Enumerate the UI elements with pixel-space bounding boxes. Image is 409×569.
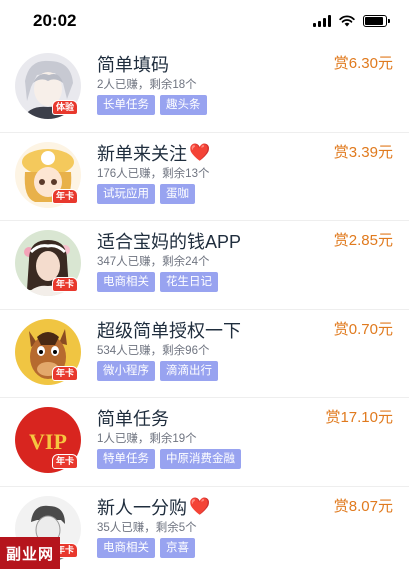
- task-reward: 赏3.39元: [333, 143, 393, 161]
- battery-icon: [363, 15, 390, 27]
- wifi-icon: [339, 15, 355, 27]
- task-item[interactable]: 体验 简单填码 2人已赚，剩余18个 长单任务 趣头条 赏6.30元: [0, 44, 409, 133]
- avatar-badge: 年卡: [52, 454, 79, 469]
- task-title: 简单填码: [97, 55, 169, 75]
- task-item[interactable]: 年卡 新单来关注 ❤️ 176人已赚，剩余13个 试玩应用 蛋咖 赏3.39元: [0, 132, 409, 221]
- task-tag[interactable]: 试玩应用: [97, 183, 155, 204]
- status-time: 20:02: [33, 11, 77, 30]
- task-tags: 微小程序 滴滴出行: [97, 360, 218, 381]
- task-title: 新单来关注 ❤️: [97, 142, 211, 164]
- battery-fill: [365, 17, 383, 25]
- task-stats: 176人已赚，剩余13个: [97, 167, 210, 180]
- task-tag[interactable]: 京喜: [160, 537, 195, 558]
- task-tags: 电商相关 京喜: [97, 537, 195, 558]
- task-stats: 534人已赚，剩余96个: [97, 344, 210, 357]
- task-stats: 35人已赚，剩余5个: [97, 521, 197, 534]
- avatar-badge: 年卡: [52, 365, 79, 381]
- heart-icon: ❤️: [189, 142, 211, 162]
- task-item[interactable]: VIP 年卡 简单任务 1人已赚，剩余19个 特单任务 中原消费金融 赏17.1…: [0, 398, 409, 487]
- status-bar: 20:02: [0, 0, 409, 44]
- task-item[interactable]: 年卡 超级简单授权一下 534人已赚，剩余96个 微小程序 滴滴出行 赏0.70…: [0, 309, 409, 398]
- task-reward: 赏8.07元: [333, 497, 393, 515]
- avatar-badge: 年卡: [52, 188, 79, 204]
- task-tags: 电商相关 花生日记: [97, 272, 218, 292]
- task-tags: 特单任务 中原消费金融: [97, 449, 241, 469]
- task-tag[interactable]: 电商相关: [97, 537, 155, 558]
- task-stats: 1人已赚，剩余19个: [97, 433, 197, 445]
- vip-logo-text: VIP: [29, 429, 67, 454]
- task-tag[interactable]: 微小程序: [97, 360, 155, 381]
- heart-icon: ❤️: [189, 496, 211, 516]
- task-title: 超级简单授权一下: [97, 320, 241, 341]
- task-tag[interactable]: 电商相关: [97, 272, 155, 292]
- task-tags: 长单任务 趣头条: [97, 95, 207, 115]
- signal-icon: [313, 15, 331, 27]
- task-tag[interactable]: 长单任务: [97, 95, 155, 115]
- task-stats: 2人已赚，剩余18个: [97, 79, 197, 91]
- task-title: 适合宝妈的钱APP: [97, 232, 242, 252]
- task-tag[interactable]: 滴滴出行: [160, 360, 218, 381]
- task-reward: 赏6.30元: [333, 55, 393, 72]
- task-tag[interactable]: 中原消费金融: [160, 449, 241, 469]
- task-tag[interactable]: 特单任务: [97, 449, 155, 469]
- task-item[interactable]: 年卡 适合宝妈的钱APP 347人已赚，剩余24个 电商相关 花生日记 赏2.8…: [0, 221, 409, 310]
- site-watermark: 副业网: [0, 537, 60, 569]
- avatar-badge: 年卡: [52, 277, 79, 292]
- status-icons: [313, 15, 390, 27]
- task-stats: 347人已赚，剩余24个: [97, 256, 210, 268]
- task-item[interactable]: 年卡 新人一分购 ❤️ 35人已赚，剩余5个 电商相关 京喜 赏8.07元: [0, 486, 409, 569]
- task-reward: 赏0.70元: [333, 320, 393, 338]
- task-title: 简单任务: [97, 409, 169, 429]
- task-reward: 赏2.85元: [333, 232, 393, 249]
- task-tag[interactable]: 花生日记: [160, 272, 218, 292]
- task-reward: 赏17.10元: [325, 409, 393, 426]
- avatar-badge: 体验: [52, 100, 79, 115]
- task-tag[interactable]: 趣头条: [160, 95, 207, 115]
- task-list: 体验 简单填码 2人已赚，剩余18个 长单任务 趣头条 赏6.30元 年卡 新单…: [0, 44, 409, 569]
- task-tag[interactable]: 蛋咖: [160, 183, 195, 204]
- task-title: 新人一分购 ❤️: [97, 496, 211, 518]
- task-tags: 试玩应用 蛋咖: [97, 183, 195, 204]
